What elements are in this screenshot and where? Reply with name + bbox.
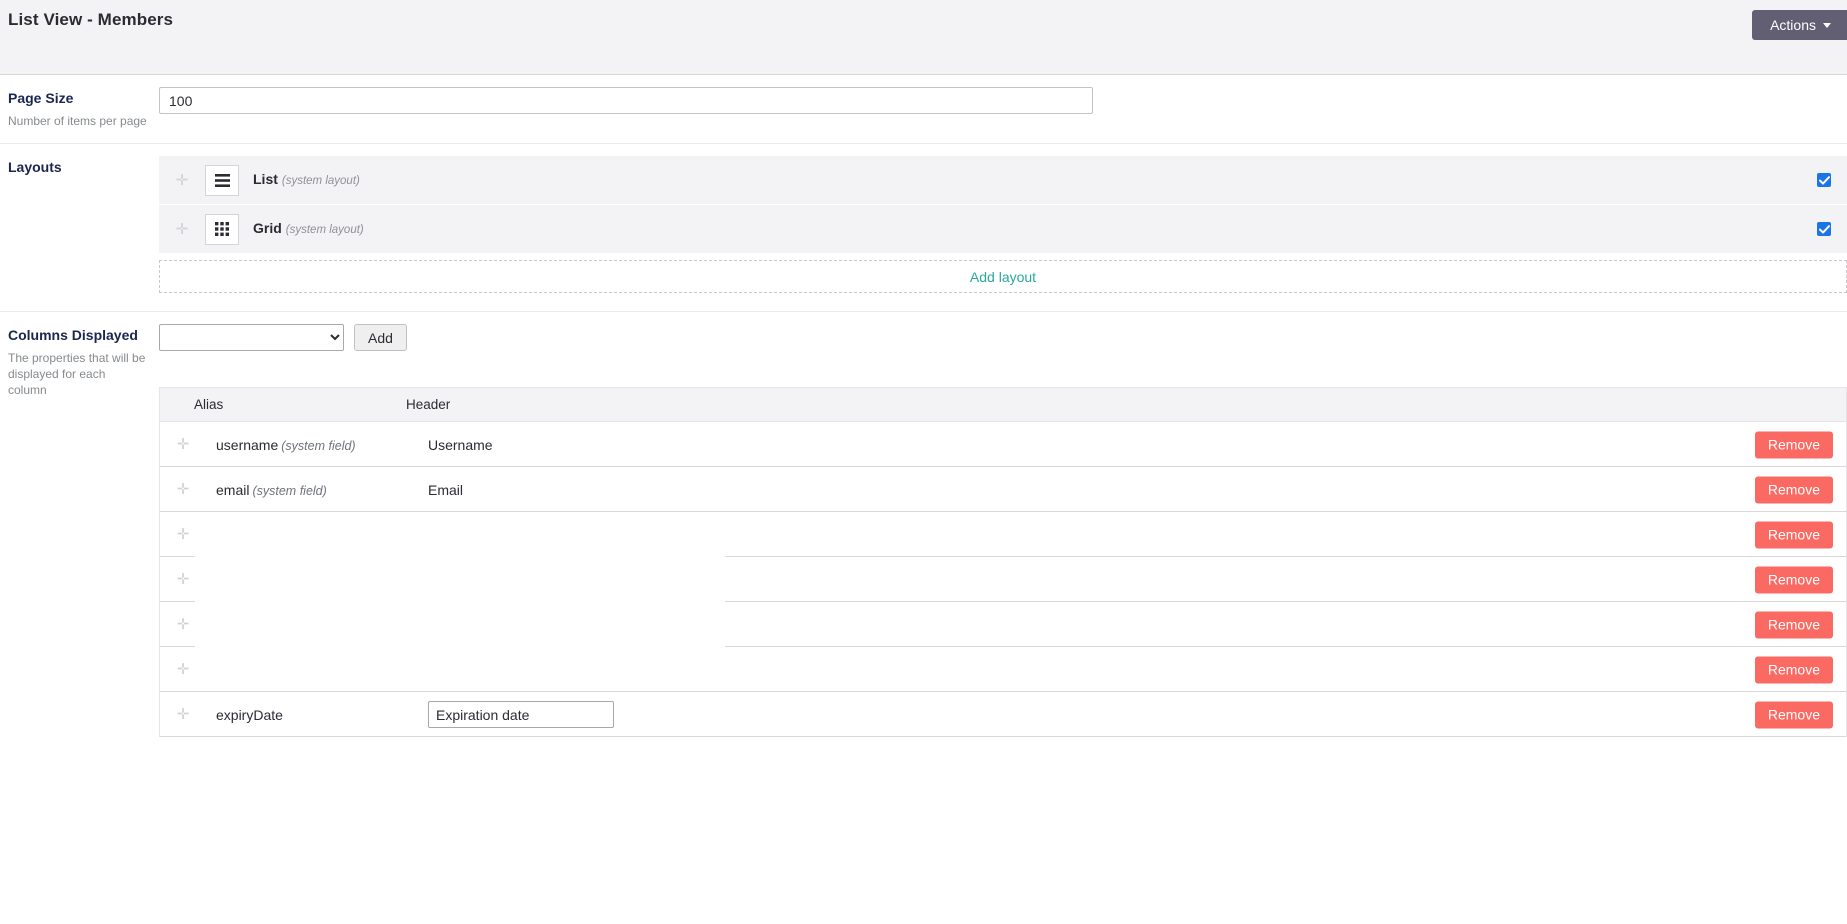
layout-system-tag: (system layout) bbox=[286, 224, 364, 236]
layout-row-grid[interactable]: ✛ Grid (system layout) bbox=[159, 205, 1847, 253]
table-row: ✛ Remove bbox=[160, 512, 1846, 557]
drag-handle-icon[interactable]: ✛ bbox=[171, 173, 193, 188]
drag-handle-icon[interactable]: ✛ bbox=[172, 482, 194, 497]
property-columns-displayed: Columns Displayed The properties that wi… bbox=[0, 312, 1847, 755]
remove-column-button[interactable]: Remove bbox=[1755, 656, 1833, 683]
remove-column-button[interactable]: Remove bbox=[1755, 566, 1833, 593]
column-header-header: Header bbox=[406, 397, 1846, 412]
layouts-list: ✛ List (system layout) bbox=[159, 156, 1847, 293]
cell-header: Email bbox=[428, 482, 1846, 498]
table-row: ✛ Remove bbox=[160, 557, 1846, 602]
columns-displayed-label-block: Columns Displayed The properties that wi… bbox=[0, 312, 159, 755]
cell-header: Username bbox=[428, 437, 1846, 453]
layouts-label: Layouts bbox=[8, 158, 147, 177]
alias-system-tag: (system field) bbox=[281, 439, 355, 453]
add-layout-button[interactable]: Add layout bbox=[159, 260, 1847, 293]
layout-row-list[interactable]: ✛ List (system layout) bbox=[159, 156, 1847, 204]
columns-displayed-label: Columns Displayed bbox=[8, 326, 147, 345]
actions-button-label: Actions bbox=[1770, 17, 1816, 33]
layout-name-block: List (system layout) bbox=[253, 171, 360, 189]
cell-header bbox=[428, 701, 1846, 728]
actions-button[interactable]: Actions bbox=[1752, 10, 1847, 40]
layout-name: Grid bbox=[253, 220, 282, 236]
drag-handle-icon[interactable]: ✛ bbox=[172, 707, 194, 722]
columns-table-header: Alias Header bbox=[160, 388, 1846, 422]
drag-handle-icon[interactable]: ✛ bbox=[172, 527, 194, 542]
alias-text: expiryDate bbox=[216, 707, 283, 723]
remove-column-button[interactable]: Remove bbox=[1755, 611, 1833, 638]
cell-alias: expiryDate bbox=[216, 707, 428, 723]
remove-column-button[interactable]: Remove bbox=[1755, 476, 1833, 503]
layout-enabled-checkbox[interactable] bbox=[1817, 173, 1831, 187]
alias-text: username bbox=[216, 437, 278, 453]
columns-table: Alias Header ✛ username(system field) Us… bbox=[159, 387, 1847, 737]
table-row: ✛ email(system field) Email Remove bbox=[160, 467, 1846, 512]
grid-layout-icon bbox=[205, 214, 239, 245]
page-size-input[interactable] bbox=[159, 87, 1093, 114]
remove-column-button[interactable]: Remove bbox=[1755, 431, 1833, 458]
layouts-body: ✛ List (system layout) bbox=[159, 144, 1847, 311]
cell-alias: username(system field) bbox=[216, 437, 428, 453]
column-property-select[interactable] bbox=[159, 324, 344, 351]
drag-handle-icon[interactable]: ✛ bbox=[171, 222, 193, 237]
list-layout-icon bbox=[205, 165, 239, 196]
page-size-label: Page Size bbox=[8, 89, 147, 108]
layout-system-tag: (system layout) bbox=[282, 175, 360, 187]
remove-column-button[interactable]: Remove bbox=[1755, 521, 1833, 548]
drag-handle-icon[interactable]: ✛ bbox=[172, 617, 194, 632]
property-page-size: Page Size Number of items per page bbox=[0, 75, 1847, 144]
table-row: ✛ username(system field) Username Remove bbox=[160, 422, 1846, 467]
app-header: List View - Members Actions bbox=[0, 0, 1847, 75]
table-row: ✛ Remove bbox=[160, 647, 1846, 692]
alias-system-tag: (system field) bbox=[252, 484, 326, 498]
table-row: ✛ expiryDate Remove bbox=[160, 692, 1846, 737]
property-layouts: Layouts ✛ List (system layout) bbox=[0, 144, 1847, 312]
columns-displayed-description: The properties that will be displayed fo… bbox=[8, 350, 147, 398]
page-size-body bbox=[159, 75, 1847, 143]
page-size-description: Number of items per page bbox=[8, 113, 147, 129]
column-header-alias: Alias bbox=[194, 397, 406, 412]
column-header-input[interactable] bbox=[428, 701, 614, 728]
remove-column-button[interactable]: Remove bbox=[1755, 701, 1833, 728]
add-column-controls: Add bbox=[159, 324, 1847, 351]
add-layout-label: Add layout bbox=[970, 269, 1036, 285]
chevron-down-icon bbox=[1823, 23, 1831, 28]
cell-alias: email(system field) bbox=[216, 482, 428, 498]
layout-name-block: Grid (system layout) bbox=[253, 220, 364, 238]
page-title: List View - Members bbox=[8, 10, 173, 30]
drag-handle-icon[interactable]: ✛ bbox=[172, 437, 194, 452]
page-size-label-block: Page Size Number of items per page bbox=[0, 75, 159, 143]
row-divider bbox=[160, 736, 1846, 737]
layout-enabled-checkbox[interactable] bbox=[1817, 222, 1831, 236]
layouts-label-block: Layouts bbox=[0, 144, 159, 311]
add-column-button[interactable]: Add bbox=[354, 324, 407, 351]
layout-name: List bbox=[253, 171, 278, 187]
alias-text: email bbox=[216, 482, 249, 498]
table-row: ✛ Remove bbox=[160, 602, 1846, 647]
columns-displayed-body: Add Alias Header ✛ username(system field… bbox=[159, 312, 1847, 755]
drag-handle-icon[interactable]: ✛ bbox=[172, 662, 194, 677]
drag-handle-icon[interactable]: ✛ bbox=[172, 572, 194, 587]
